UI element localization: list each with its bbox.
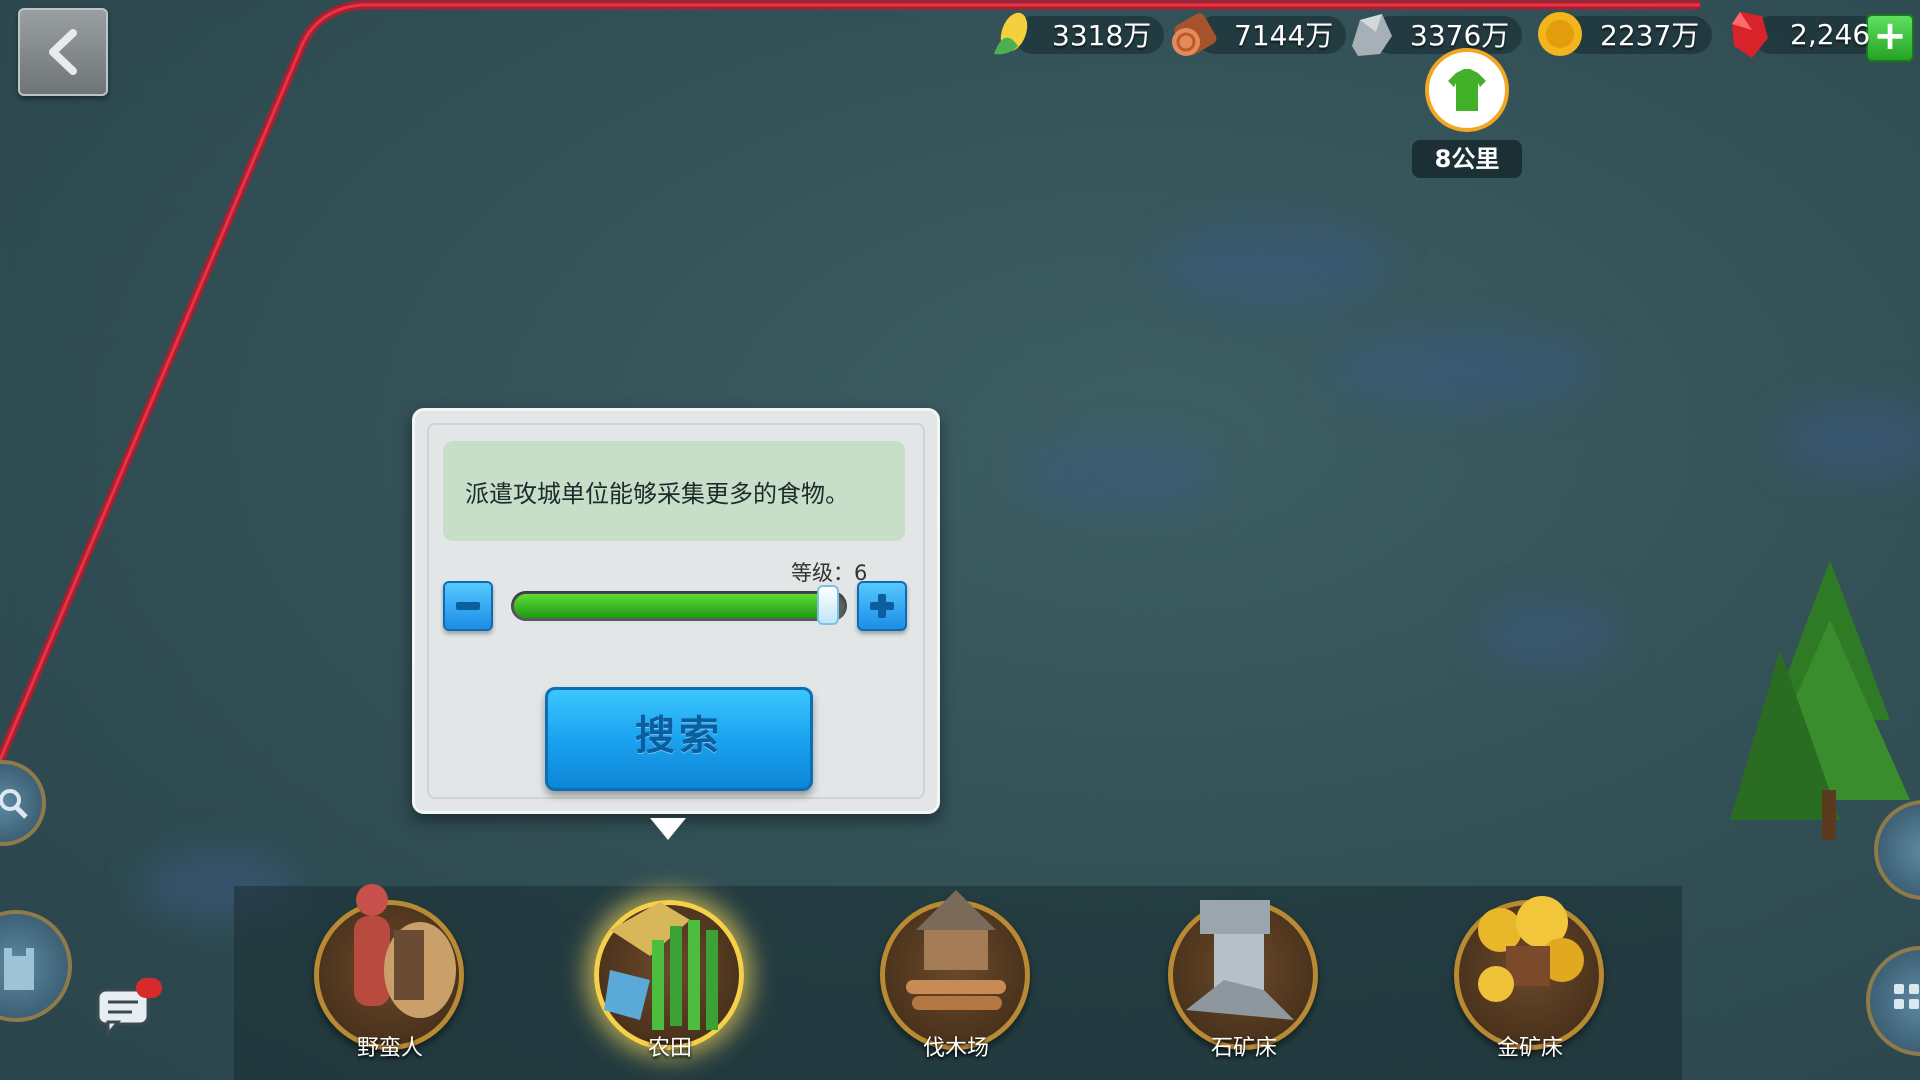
category-barbarian[interactable]: 野蛮人 bbox=[310, 860, 470, 1070]
stone-value: 3376万 bbox=[1410, 19, 1510, 52]
magnifier-button[interactable] bbox=[0, 760, 46, 846]
resource-stone[interactable]: 3376万 bbox=[1342, 8, 1522, 60]
search-panel: 派遣攻城单位能够采集更多的食物。 等级：6 搜索 bbox=[412, 408, 940, 814]
gems-value: 2,246 bbox=[1790, 17, 1871, 51]
category-farm[interactable]: 农田 bbox=[590, 860, 750, 1070]
wood-value: 7144万 bbox=[1234, 19, 1334, 52]
minus-icon bbox=[456, 602, 480, 610]
level-label: 等级：6 bbox=[791, 561, 868, 585]
city-button[interactable] bbox=[0, 910, 72, 1022]
distance-label: 8公里 bbox=[1412, 140, 1522, 178]
chat-notification-badge bbox=[136, 978, 162, 998]
panel-pointer bbox=[650, 818, 686, 840]
corn-icon bbox=[994, 12, 1028, 55]
gold-value: 2237万 bbox=[1600, 19, 1700, 52]
buy-gems-button[interactable]: + bbox=[1866, 14, 1914, 62]
back-button[interactable] bbox=[18, 8, 108, 96]
search-button[interactable]: 搜索 bbox=[545, 687, 813, 791]
map-cloud bbox=[1330, 330, 1600, 410]
category-gold[interactable]: 金矿床 bbox=[1450, 860, 1610, 1070]
resource-gold[interactable]: 2237万 bbox=[1532, 8, 1712, 60]
log-icon bbox=[1172, 13, 1217, 56]
food-value: 3318万 bbox=[1052, 19, 1152, 52]
level-slider-fill bbox=[514, 594, 828, 618]
map-cloud bbox=[1480, 600, 1620, 670]
red-gem-icon bbox=[1732, 12, 1768, 58]
green-shirt-icon bbox=[1448, 69, 1486, 111]
plus-icon bbox=[870, 594, 894, 618]
level-slider[interactable] bbox=[511, 585, 847, 625]
map-cloud bbox=[1780, 400, 1920, 480]
resource-food[interactable]: 3318万 bbox=[984, 8, 1164, 60]
castle-icon bbox=[4, 948, 34, 990]
map-cloud bbox=[1020, 440, 1220, 510]
level-slider-handle[interactable] bbox=[817, 585, 839, 625]
category-label: 金矿床 bbox=[1496, 1036, 1563, 1061]
chevron-left-icon bbox=[49, 29, 77, 75]
category-label: 农田 bbox=[647, 1036, 692, 1061]
menu-button[interactable] bbox=[1866, 946, 1920, 1056]
level-decrease-button[interactable] bbox=[443, 581, 493, 631]
gold-coin-icon bbox=[1538, 12, 1582, 56]
search-icon bbox=[0, 789, 28, 819]
tip-text: 派遣攻城单位能够采集更多的食物。 bbox=[465, 479, 849, 508]
map-cloud bbox=[1160, 220, 1390, 310]
resource-gems[interactable]: 2,246 bbox=[1722, 8, 1882, 60]
category-label: 野蛮人 bbox=[356, 1036, 423, 1061]
resource-wood[interactable]: 7144万 bbox=[1166, 8, 1346, 60]
category-label: 石矿床 bbox=[1210, 1036, 1277, 1061]
stone-icon bbox=[1352, 14, 1392, 56]
category-stone[interactable]: 石矿床 bbox=[1164, 860, 1324, 1070]
tip-box: 派遣攻城单位能够采集更多的食物。 bbox=[443, 441, 905, 541]
category-label: 伐木场 bbox=[922, 1036, 989, 1061]
category-lumber[interactable]: 伐木场 bbox=[876, 860, 1036, 1070]
level-increase-button[interactable] bbox=[857, 581, 907, 631]
map-marker[interactable] bbox=[1425, 48, 1509, 132]
grid-menu-icon bbox=[1894, 984, 1919, 1009]
